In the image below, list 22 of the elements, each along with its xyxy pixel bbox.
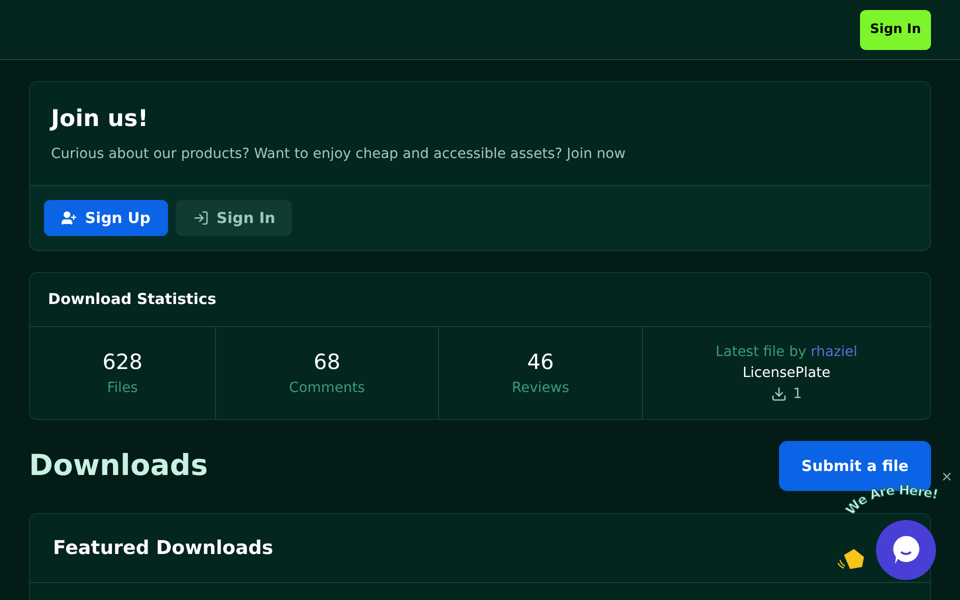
stat-label: Reviews <box>512 378 570 398</box>
stat-value: 628 <box>102 348 143 376</box>
stat-value: 68 <box>314 348 340 376</box>
latest-file-caption: Latest file by rhaziel <box>716 342 858 362</box>
join-title: Join us! <box>51 105 150 134</box>
close-icon[interactable]: × <box>941 468 953 486</box>
user-link[interactable]: rhaziel <box>810 344 858 360</box>
download-icon <box>771 386 788 402</box>
sign-up-button[interactable]: Sign Up <box>44 200 168 236</box>
stat-label: Files <box>107 378 138 398</box>
chat-bubble-icon <box>892 535 920 565</box>
download-count: 1 <box>793 384 802 404</box>
sign-in-icon <box>192 210 209 226</box>
stat-value: 46 <box>527 348 554 376</box>
stat-label: Comments <box>289 378 365 398</box>
sign-in-button[interactable]: Sign In <box>176 200 292 236</box>
add-user-icon <box>61 210 77 226</box>
downloads-heading: Downloads <box>29 447 208 484</box>
stats-title: Download Statistics <box>30 273 930 327</box>
sign-in-button[interactable]: Sign In <box>860 10 931 50</box>
latest-file-name: LicensePlate <box>742 364 830 382</box>
join-text: Curious about our products? Want to enjoy cheap and accessible assets? Join now <box>51 145 627 164</box>
